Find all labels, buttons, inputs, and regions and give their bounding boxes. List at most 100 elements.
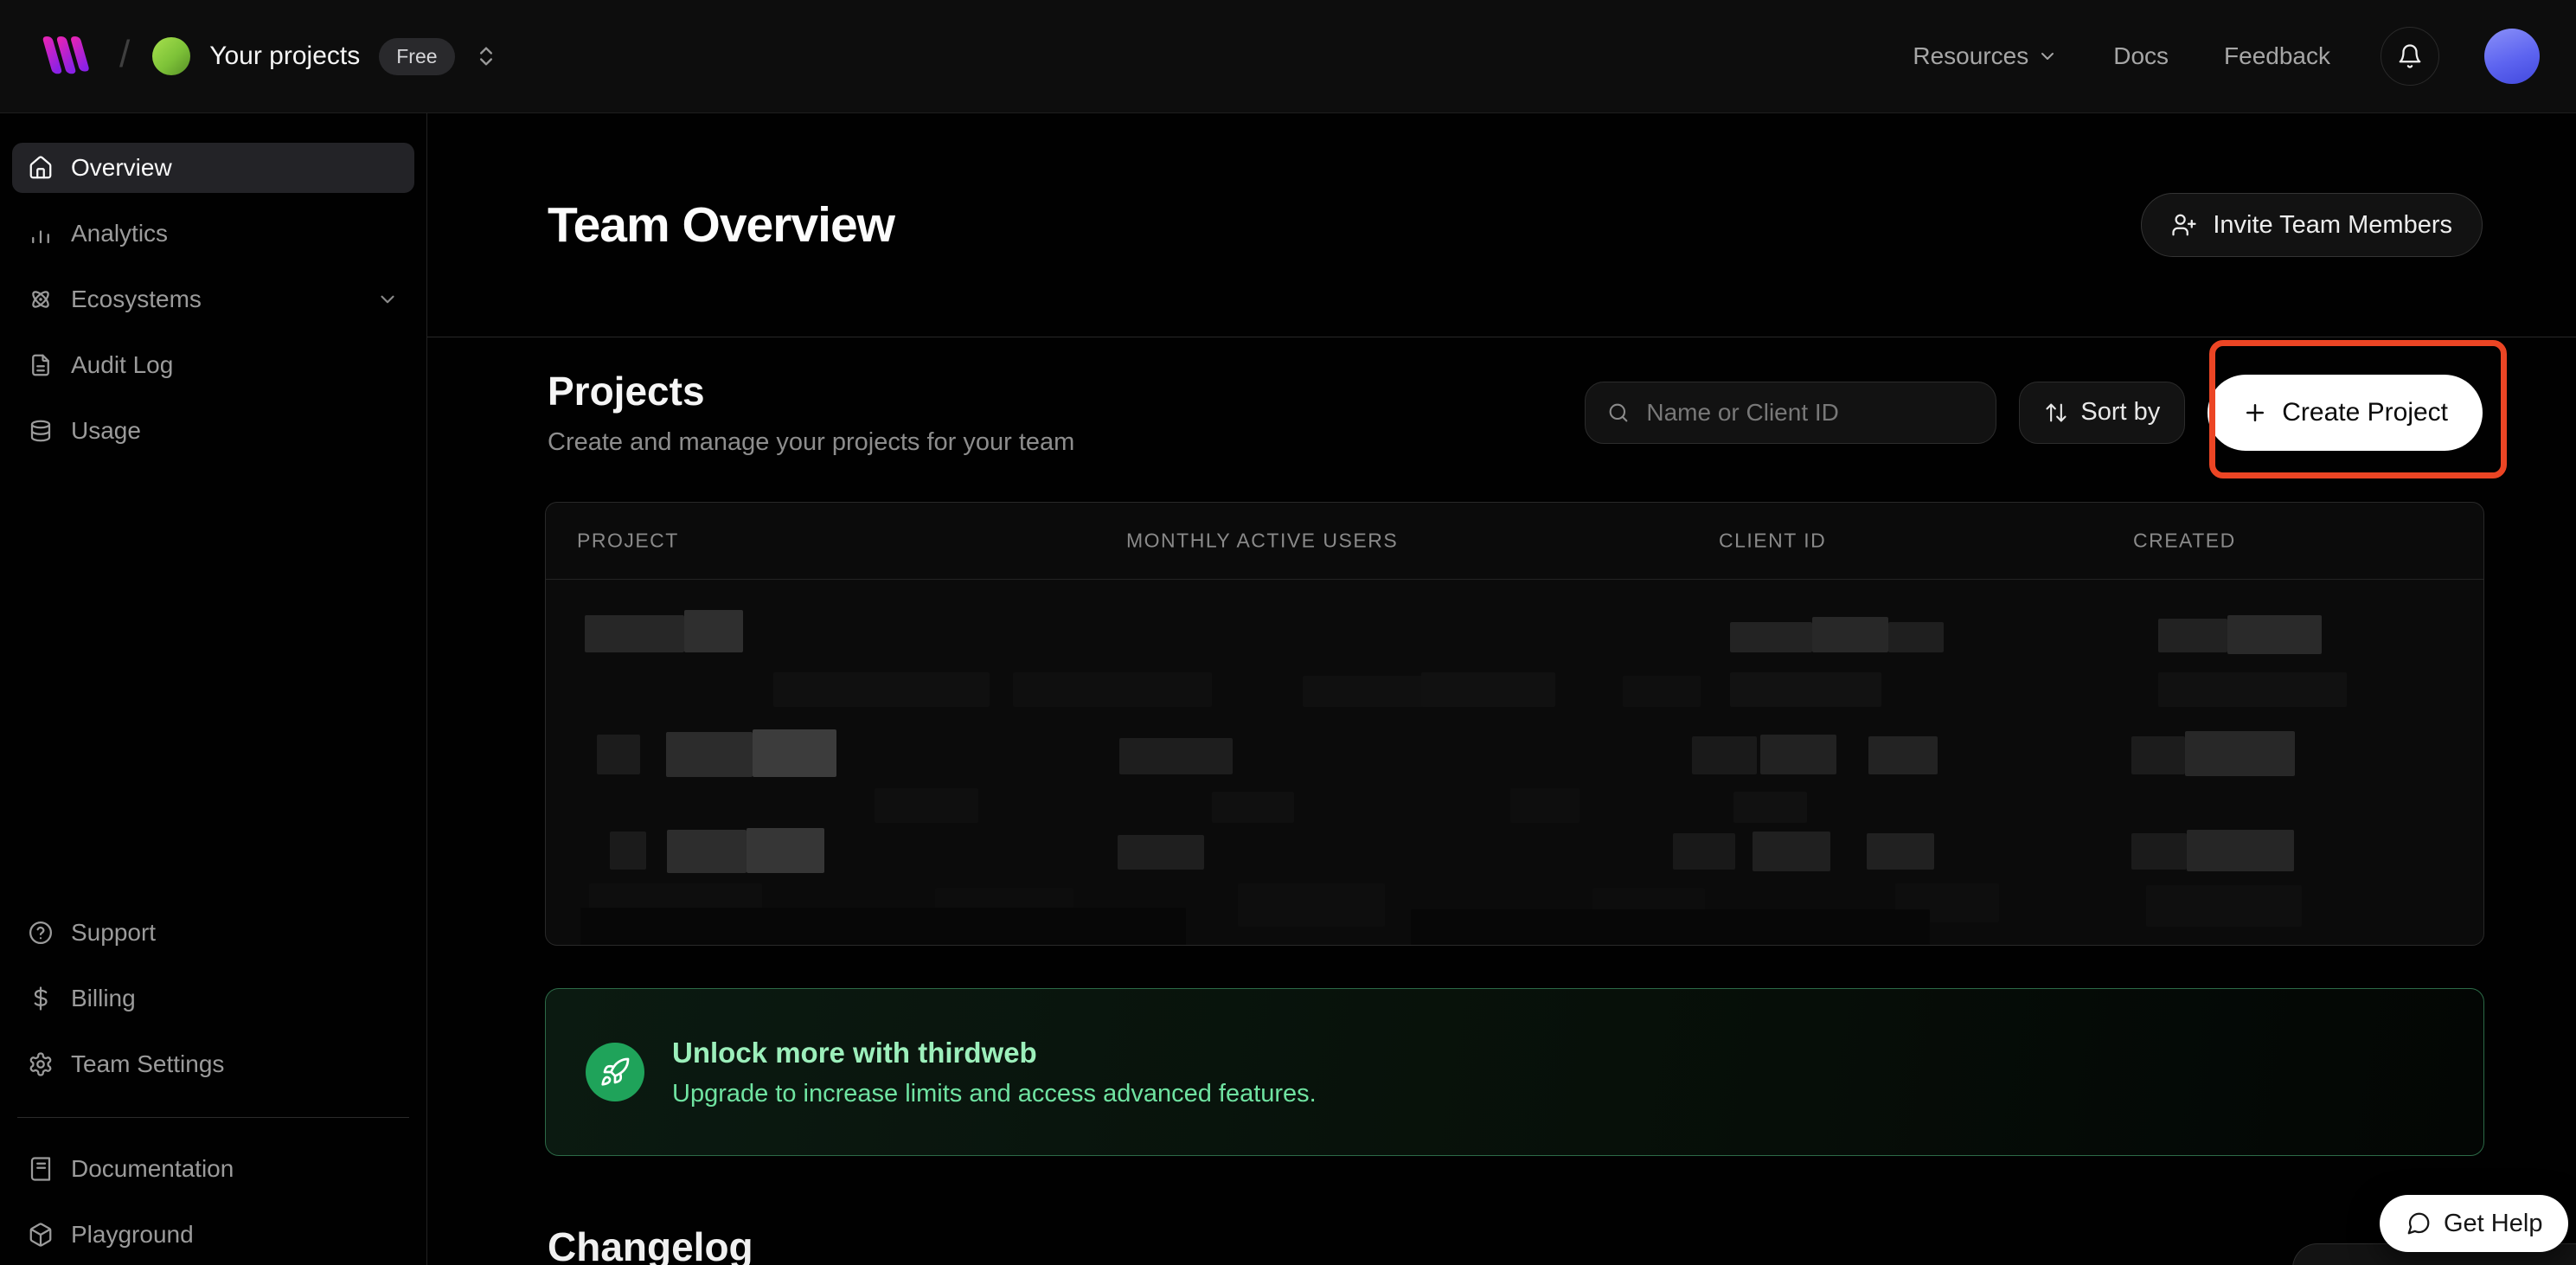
sidebar-item-label: Billing: [71, 985, 136, 1012]
sidebar-item-playground[interactable]: Playground: [12, 1210, 414, 1260]
redacted-cell: [1118, 835, 1204, 870]
sidebar-item-overview[interactable]: Overview: [12, 143, 414, 193]
project-search-input[interactable]: [1644, 398, 1975, 427]
projects-controls: Sort by Create Project: [1585, 375, 2483, 451]
column-header-monthly-active-users: MONTHLY ACTIVE USERS: [1126, 530, 1398, 553]
projects-table: PROJECT MONTHLY ACTIVE USERS CLIENT ID C…: [545, 502, 2484, 946]
top-bar: / Your projects Free Resources Docs Feed…: [0, 0, 2576, 113]
chevron-down-icon: [2037, 46, 2058, 67]
nav-docs-label: Docs: [2113, 42, 2169, 70]
plus-icon: [2242, 400, 2268, 426]
column-header-created: CREATED: [2133, 530, 2236, 553]
sidebar-item-label: Documentation: [71, 1155, 234, 1183]
sort-by-button[interactable]: Sort by: [2019, 382, 2185, 444]
thirdweb-logo[interactable]: [36, 31, 97, 81]
sidebar-item-label: Usage: [71, 417, 141, 445]
nav-feedback-label: Feedback: [2224, 42, 2330, 70]
team-overview-header: Team Overview Invite Team Members: [427, 113, 2576, 337]
projects-subheading: Create and manage your projects for your…: [548, 428, 1074, 457]
redacted-cell: [666, 732, 753, 777]
sidebar-item-analytics[interactable]: Analytics: [12, 209, 414, 259]
sidebar-item-usage[interactable]: Usage: [12, 406, 414, 456]
bar-chart-icon: [28, 221, 54, 247]
redacted-cell: [610, 832, 646, 870]
sidebar-item-label: Ecosystems: [71, 286, 202, 313]
create-project-button[interactable]: Create Project: [2208, 375, 2483, 451]
projects-header: Projects Create and manage your projects…: [548, 368, 2483, 457]
user-avatar[interactable]: [2484, 29, 2540, 84]
sidebar-item-ecosystems[interactable]: Ecosystems: [12, 274, 414, 324]
redacted-cell: [773, 672, 990, 707]
sidebar: Overview Analytics Ecosystems Audit Log …: [0, 113, 427, 1265]
sidebar-item-audit-log[interactable]: Audit Log: [12, 340, 414, 390]
redacted-cell: [1303, 676, 1432, 707]
redacted-cell: [1411, 909, 1930, 946]
redacted-cell: [875, 788, 978, 823]
redacted-cell: [1888, 622, 1944, 652]
redacted-cell: [1013, 672, 1212, 707]
chevron-down-icon: [376, 288, 399, 311]
database-icon: [28, 418, 54, 444]
redacted-cell: [1510, 788, 1580, 823]
sidebar-item-documentation[interactable]: Documentation: [12, 1144, 414, 1194]
redacted-cell: [1421, 672, 1555, 707]
redacted-cell: [2187, 830, 2294, 871]
redacted-cell: [2158, 672, 2347, 707]
arrow-up-down-icon: [2044, 401, 2068, 425]
nav-docs[interactable]: Docs: [2108, 42, 2174, 71]
redacted-cell: [747, 828, 824, 873]
redacted-cell: [1812, 617, 1888, 652]
redacted-cell: [2131, 833, 2187, 870]
get-help-label: Get Help: [2444, 1210, 2542, 1238]
upgrade-banner[interactable]: Unlock more with thirdweb Upgrade to inc…: [545, 988, 2484, 1156]
main-content: Team Overview Invite Team Members Projec…: [427, 113, 2576, 1265]
redacted-cell: [580, 908, 1186, 946]
nav-resources[interactable]: Resources: [1907, 42, 2063, 71]
invite-team-members-button[interactable]: Invite Team Members: [2141, 193, 2483, 257]
search-icon: [1606, 401, 1631, 425]
book-icon: [28, 1156, 54, 1182]
team-switcher[interactable]: Your projects Free: [152, 37, 497, 75]
column-header-project: PROJECT: [577, 530, 679, 553]
sidebar-spacer: [12, 472, 414, 908]
redacted-cell: [1238, 883, 1385, 927]
notifications-button[interactable]: [2381, 27, 2439, 86]
sidebar-item-label: Audit Log: [71, 351, 173, 379]
projects-heading: Projects: [548, 368, 1074, 414]
dollar-icon: [28, 986, 54, 1011]
file-text-icon: [28, 352, 54, 378]
top-bar-right: Resources Docs Feedback: [1907, 27, 2540, 86]
redacted-cell: [1868, 736, 1938, 774]
redacted-cell: [2146, 885, 2302, 927]
thirdweb-dashboard: / Your projects Free Resources Docs Feed…: [0, 0, 2576, 1265]
redacted-cell: [1730, 622, 1812, 652]
atom-icon: [28, 286, 54, 312]
get-help-button[interactable]: Get Help: [2380, 1195, 2568, 1252]
redacted-cell: [597, 735, 640, 774]
rocket-icon: [586, 1043, 644, 1101]
upgrade-banner-title: Unlock more with thirdweb: [672, 1037, 1317, 1069]
redacted-cell: [585, 615, 684, 652]
redacted-cell: [1730, 672, 1881, 707]
redacted-cell: [1867, 833, 1934, 870]
sort-by-label: Sort by: [2080, 398, 2160, 427]
sidebar-divider: [17, 1117, 409, 1118]
redacted-cell: [1119, 738, 1233, 774]
home-icon: [28, 155, 54, 181]
redacted-cell: [1760, 735, 1836, 774]
projects-table-header: PROJECT MONTHLY ACTIVE USERS CLIENT ID C…: [546, 503, 2483, 580]
redacted-cell: [753, 729, 836, 777]
invite-button-label: Invite Team Members: [2213, 211, 2452, 240]
sidebar-item-label: Support: [71, 919, 156, 947]
sidebar-item-billing[interactable]: Billing: [12, 973, 414, 1024]
sidebar-item-support[interactable]: Support: [12, 908, 414, 958]
redacted-cell: [667, 830, 747, 873]
gear-icon: [28, 1051, 54, 1077]
sidebar-item-label: Playground: [71, 1221, 194, 1249]
team-name: Your projects: [209, 42, 360, 71]
redacted-cell: [2158, 619, 2227, 652]
nav-feedback[interactable]: Feedback: [2219, 42, 2336, 71]
sidebar-item-team-settings[interactable]: Team Settings: [12, 1039, 414, 1089]
chevrons-up-down-icon: [474, 44, 498, 68]
column-header-client-id: CLIENT ID: [1719, 530, 1826, 553]
